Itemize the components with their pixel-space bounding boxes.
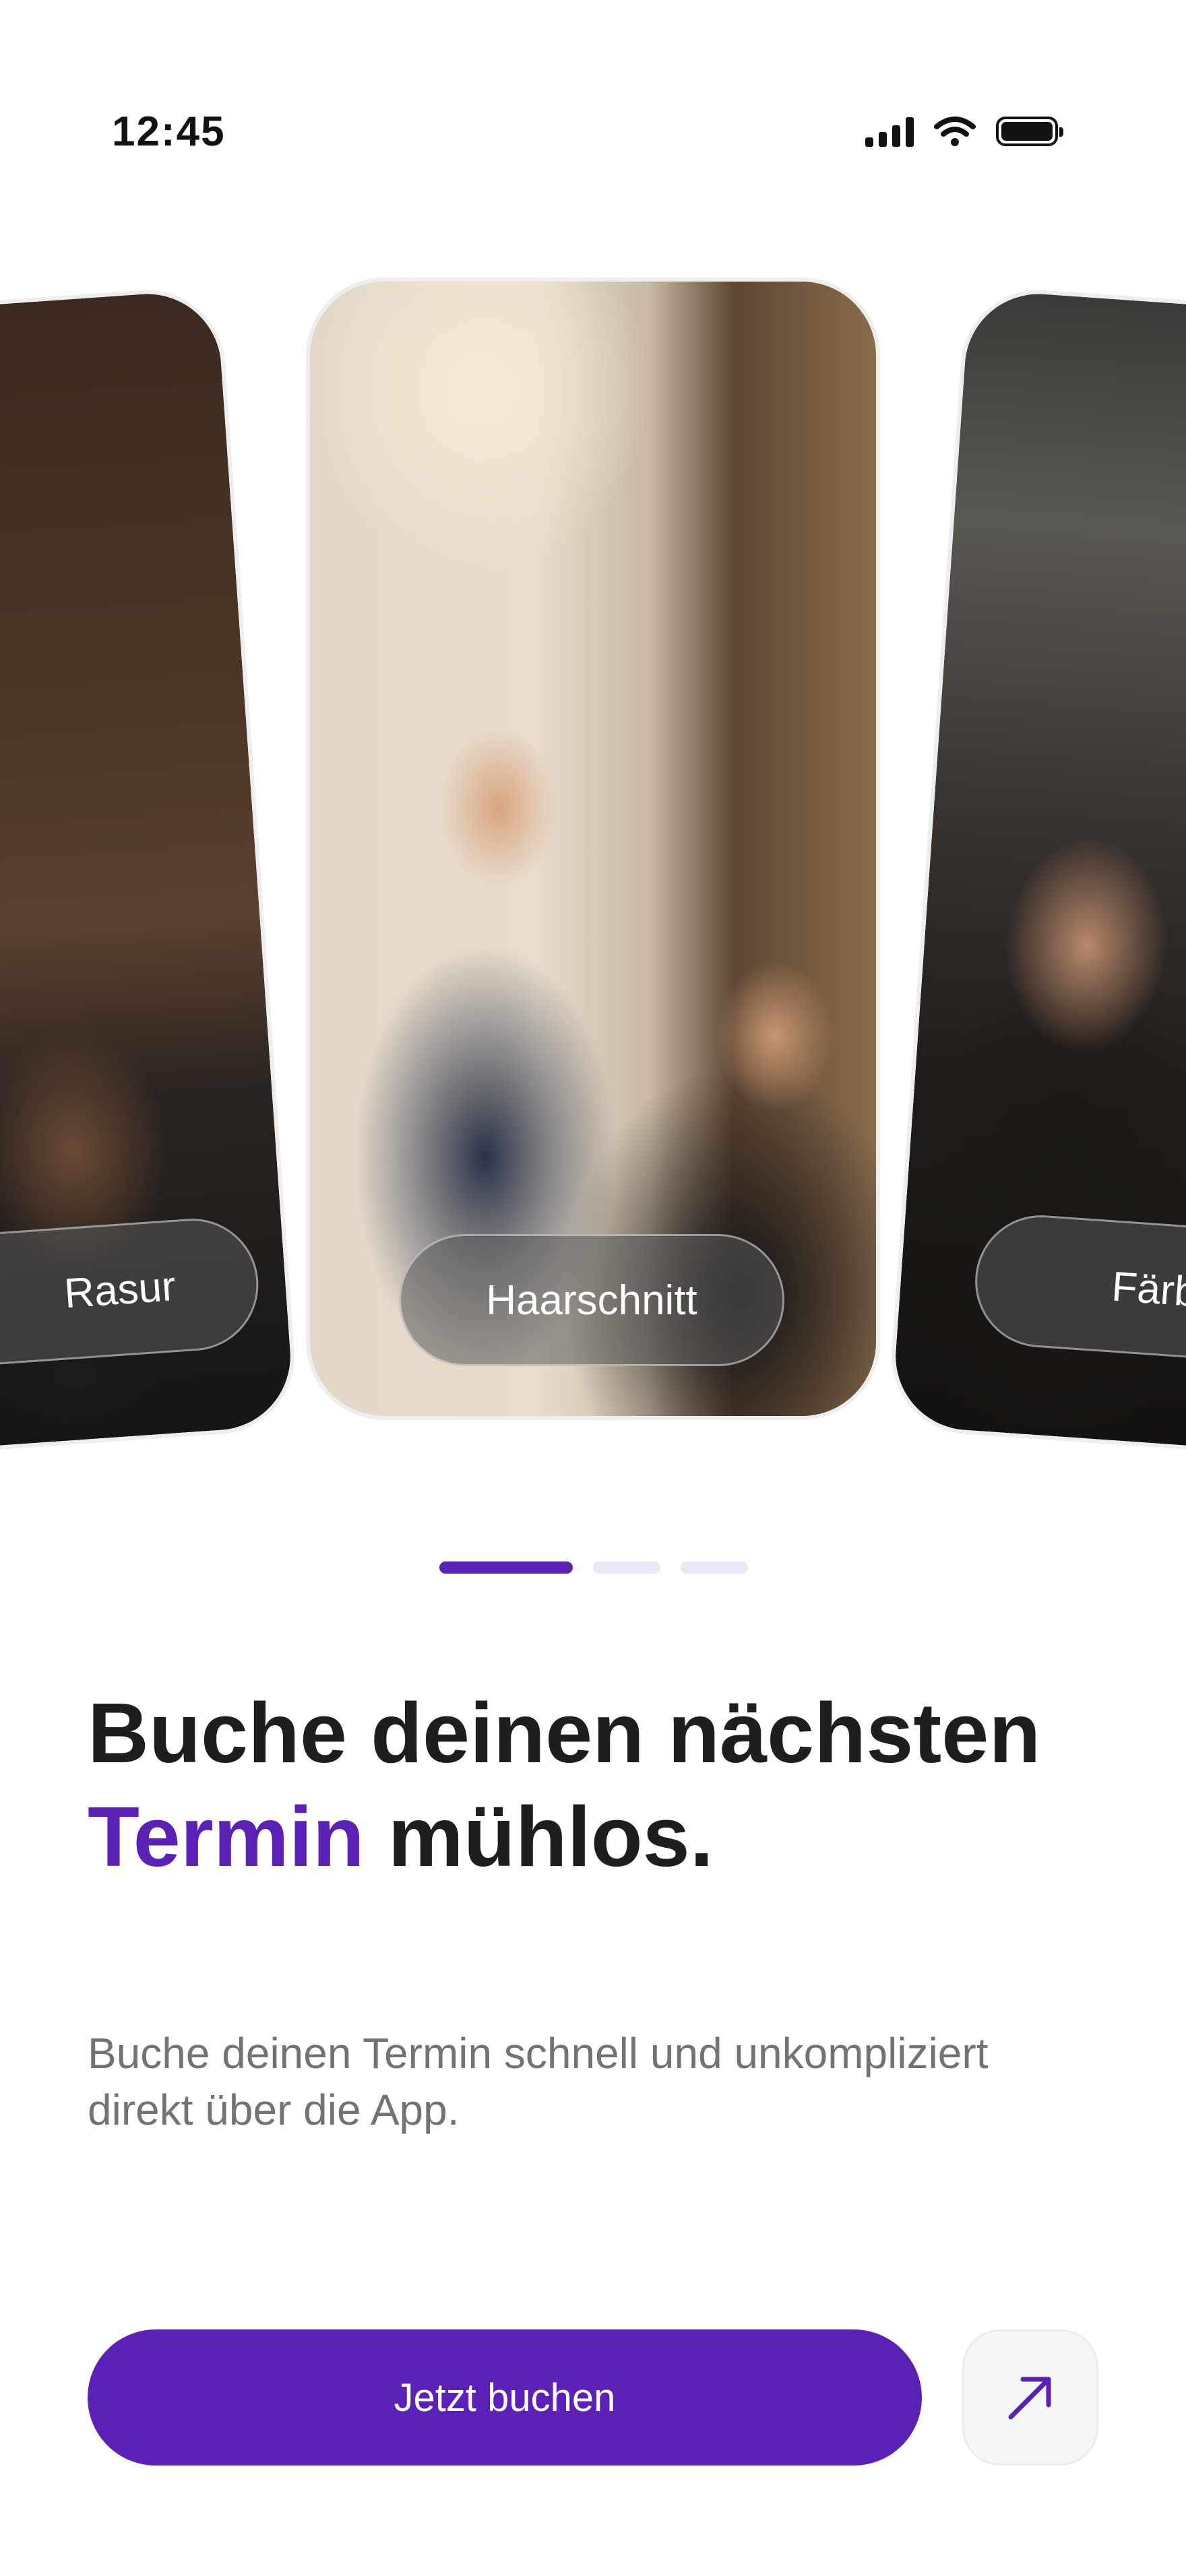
service-label-pill: Haarschnitt	[399, 1234, 784, 1366]
battery-icon	[996, 117, 1063, 146]
carousel-card-shave[interactable]: Rasur	[0, 289, 296, 1453]
title-accent-word: Termin	[88, 1789, 365, 1884]
status-icons	[865, 116, 1063, 147]
arrow-up-right-icon	[1008, 2377, 1051, 2420]
title-text: mühlos.	[364, 1789, 714, 1884]
service-label: Rasur	[63, 1262, 177, 1317]
cellular-signal-icon	[865, 116, 914, 147]
service-label: Haarschnitt	[486, 1277, 697, 1324]
page-title: Buche deinen nächsten Termin mühlos.	[88, 1681, 1098, 1889]
pagination-dot[interactable]	[681, 1561, 748, 1574]
next-button[interactable]	[962, 2329, 1098, 2466]
carousel-card-coloring[interactable]: Färben	[890, 289, 1186, 1453]
title-text: Buche deinen nächsten	[88, 1685, 1041, 1780]
service-label: Färben	[1110, 1262, 1186, 1319]
carousel-card-haircut[interactable]: Haarschnitt	[310, 282, 876, 1416]
status-time: 12:45	[112, 108, 226, 155]
pagination-dot[interactable]	[439, 1561, 573, 1574]
carousel-pagination	[439, 1561, 748, 1574]
page-subtitle: Buche deinen Termin schnell und unkompli…	[88, 2029, 989, 2134]
pagination-dot[interactable]	[593, 1561, 660, 1574]
book-now-button[interactable]: Jetzt buchen	[88, 2329, 922, 2466]
wifi-icon	[934, 117, 976, 146]
